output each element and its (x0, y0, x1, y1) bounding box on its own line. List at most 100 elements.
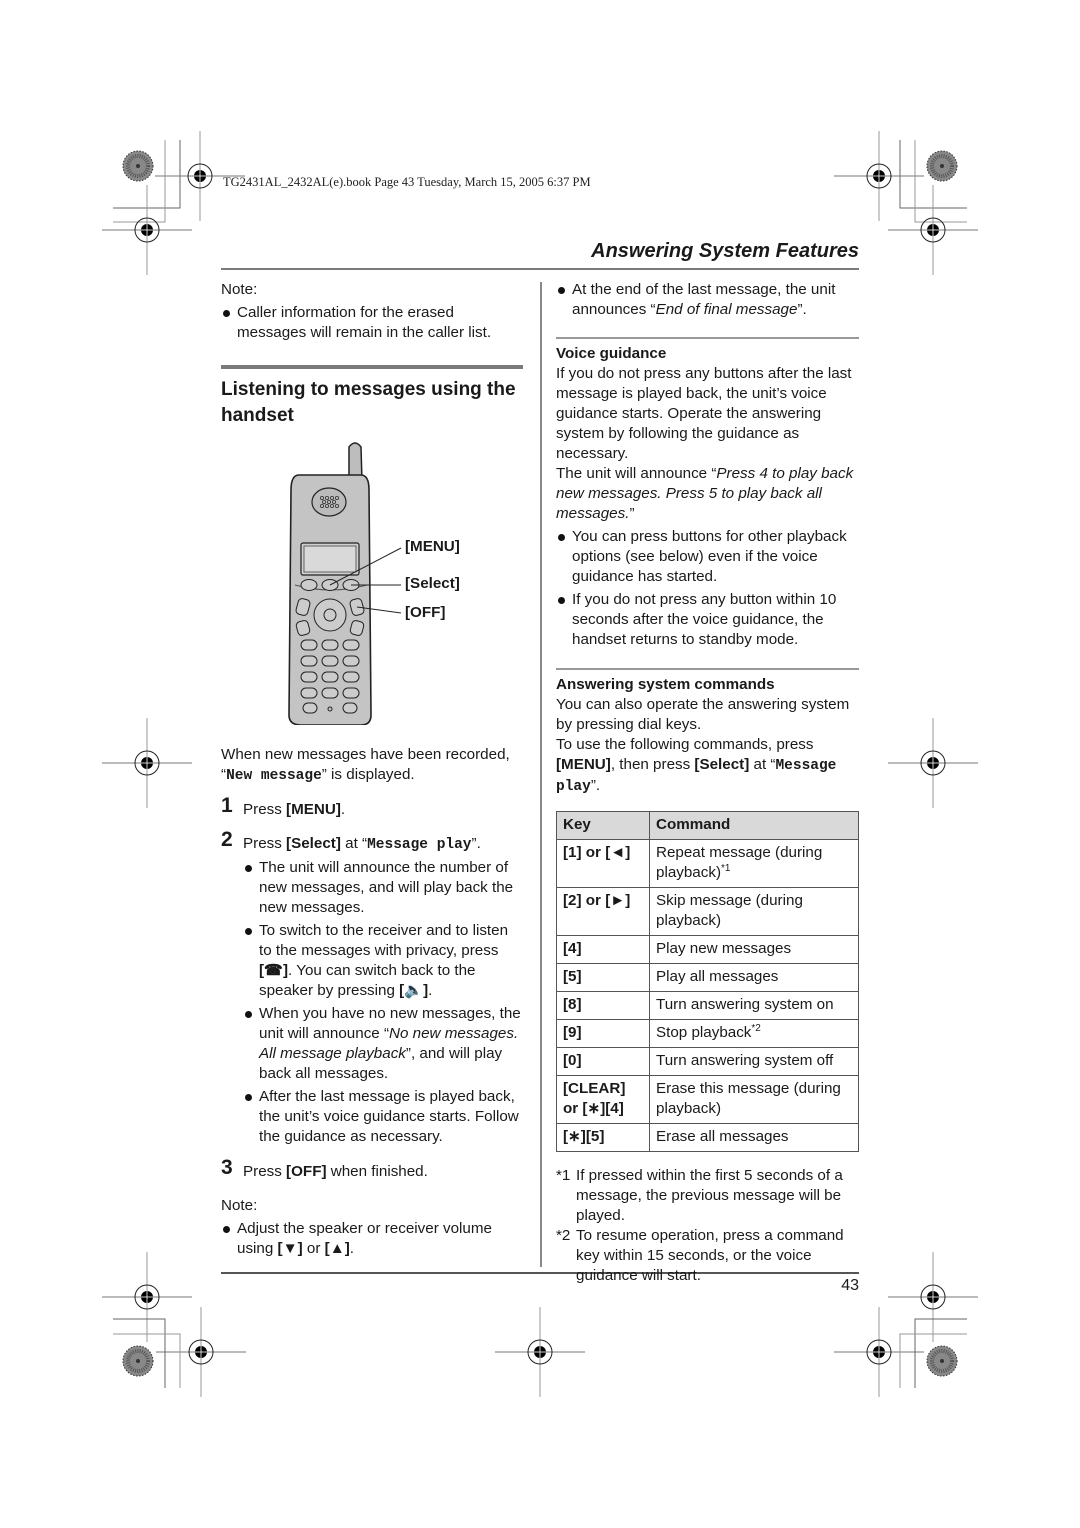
paragraph-text: To use the following commands, press (556, 736, 814, 753)
registration-mark-right-upper (887, 184, 979, 276)
right-column: At the end of the last message, the unit… (556, 280, 859, 1286)
volume-up-key: [▲] (324, 1240, 350, 1257)
table-row: [8] Turn answering system on (556, 991, 859, 1020)
key-cell: [2] or [►] (556, 887, 650, 936)
handset-illustration (288, 442, 402, 725)
paragraph-text: The unit will announce “ (556, 465, 717, 482)
commands-paragraph: You can also operate the answering syste… (556, 696, 850, 733)
bullet-text: Adjust the speaker or receiver volume us… (237, 1220, 492, 1257)
step-text: . (340, 801, 346, 818)
handset-figure: [MENU] [Select] [OFF] (221, 435, 523, 725)
note-label: Note: (221, 1197, 258, 1214)
command-cell: Stop playback*2 (649, 1019, 859, 1048)
lcd-text: New message (226, 768, 322, 784)
registration-mark-left-lower (101, 1251, 193, 1343)
command-text: Play all messages (656, 968, 779, 985)
command-cell: Turn answering system off (649, 1047, 859, 1076)
paragraph-text: , then press (610, 756, 695, 773)
command-text: Stop playback (656, 1024, 752, 1041)
talk-key-icon: [☎] (259, 962, 289, 979)
command-cell: Play all messages (649, 963, 859, 992)
step-text: Press (243, 801, 287, 818)
column-header-command: Command (649, 811, 859, 840)
command-cell: Erase all messages (649, 1123, 859, 1152)
command-cell: Repeat message (during playback)*1 (649, 839, 859, 888)
commands-instructions: To use the following commands, press [ME… (556, 735, 859, 797)
key-cell: [0] (556, 1047, 650, 1076)
callout-menu: [MENU] (405, 538, 460, 555)
section-heading: Listening to messages using the handset (221, 379, 516, 426)
bullet-text: . (428, 982, 433, 999)
key-cell: [1] or [◄] (556, 839, 650, 888)
starburst-top-right (925, 149, 959, 183)
step2-bullet-3: When you have no new messages, the unit … (243, 1004, 523, 1084)
key-cell: [4] (556, 935, 650, 964)
table-row: [4] Play new messages (556, 935, 859, 964)
subsection-rule (556, 337, 859, 339)
voice-guidance-heading: Voice guidance (556, 345, 667, 362)
starburst-bottom-right (925, 1344, 959, 1378)
command-cell: Skip message (during playback) (649, 887, 859, 936)
step-number: 1 (221, 794, 233, 817)
footnote-2: *2 To resume operation, press a command … (556, 1226, 859, 1286)
starburst-top-left (121, 149, 155, 183)
column-divider (540, 282, 542, 1267)
step-1: 1 Press [MENU]. (221, 795, 523, 820)
key-cell: [8] (556, 991, 650, 1020)
command-text: Play new messages (656, 940, 792, 957)
commands-heading: Answering system commands (556, 676, 775, 693)
step-number: 2 (221, 828, 233, 851)
key-label: [MENU] (556, 756, 611, 773)
lcd-text: Message play (367, 837, 472, 853)
announcement-text: End of final message (655, 301, 798, 318)
table-row: [0] Turn answering system off (556, 1047, 859, 1076)
starburst-bottom-left (121, 1344, 155, 1378)
key-cell: [CLEAR] or [∗][4] (556, 1075, 650, 1124)
key-label: [MENU] (286, 801, 341, 818)
bullet-text: . You can switch back to the speaker by … (259, 962, 476, 999)
paragraph-text: ” (629, 505, 635, 522)
table-row: [9] Stop playback*2 (556, 1019, 859, 1048)
voice-bullet-1: You can press buttons for other playback… (556, 527, 859, 587)
paragraph-text: ”. (590, 777, 601, 794)
registration-mark-right-lower (887, 1251, 979, 1343)
key-label: [Select] (694, 756, 750, 773)
commands-table: Key Command [1] or [◄] Repeat message (du… (556, 811, 859, 1152)
registration-mark-bottom-center (494, 1306, 586, 1398)
command-text: Turn answering system on (656, 996, 834, 1013)
table-header-row: Key Command (556, 811, 859, 840)
note-bullet: Caller information for the erased messag… (221, 303, 523, 343)
note-bullet: Adjust the speaker or receiver volume us… (221, 1219, 523, 1259)
step-2: 2 Press [Select] at “Message play”. (221, 829, 523, 855)
voice-guidance-announcement: The unit will announce “Press 4 to play … (556, 464, 859, 524)
footnote-text: To resume operation, press a command key… (576, 1227, 844, 1284)
registration-mark-left-middle (101, 717, 193, 809)
table-row: [CLEAR] or [∗][4] Erase this message (dur… (556, 1075, 859, 1124)
bullet-text: . (349, 1240, 355, 1257)
step-text: ”. (471, 835, 481, 852)
bullet-text: or (302, 1240, 325, 1257)
command-text: Skip message (during playback) (656, 892, 803, 929)
command-text: Erase this message (during playback) (656, 1080, 841, 1117)
subsection-rule (556, 668, 859, 670)
command-text: Turn answering system off (656, 1052, 834, 1069)
print-slug: TG2431AL_2432AL(e).book Page 43 Tuesday,… (223, 175, 591, 189)
step-text: Press (243, 1163, 287, 1180)
step-text: Press (243, 835, 287, 852)
key-label: [OFF] (286, 1163, 327, 1180)
header-rule (221, 268, 859, 270)
step-text: at “ (340, 835, 368, 852)
command-cell: Turn answering system on (649, 991, 859, 1020)
bullet-text: ”. (797, 301, 807, 318)
footnote-1: *1 If pressed within the first 5 seconds… (556, 1166, 859, 1226)
voice-guidance-paragraph: If you do not press any buttons after th… (556, 365, 852, 462)
paragraph-text: at “ (749, 756, 776, 773)
speaker-key-icon: [🔈] (399, 982, 429, 999)
key-label: [Select] (286, 835, 341, 852)
footnote-mark: *2 (556, 1227, 571, 1244)
end-message-bullet: At the end of the last message, the unit… (556, 280, 859, 320)
table-row: [5] Play all messages (556, 963, 859, 992)
section-title: Answering System Features (591, 240, 859, 262)
registration-mark-left-upper (101, 184, 193, 276)
registration-mark-right-middle (887, 717, 979, 809)
